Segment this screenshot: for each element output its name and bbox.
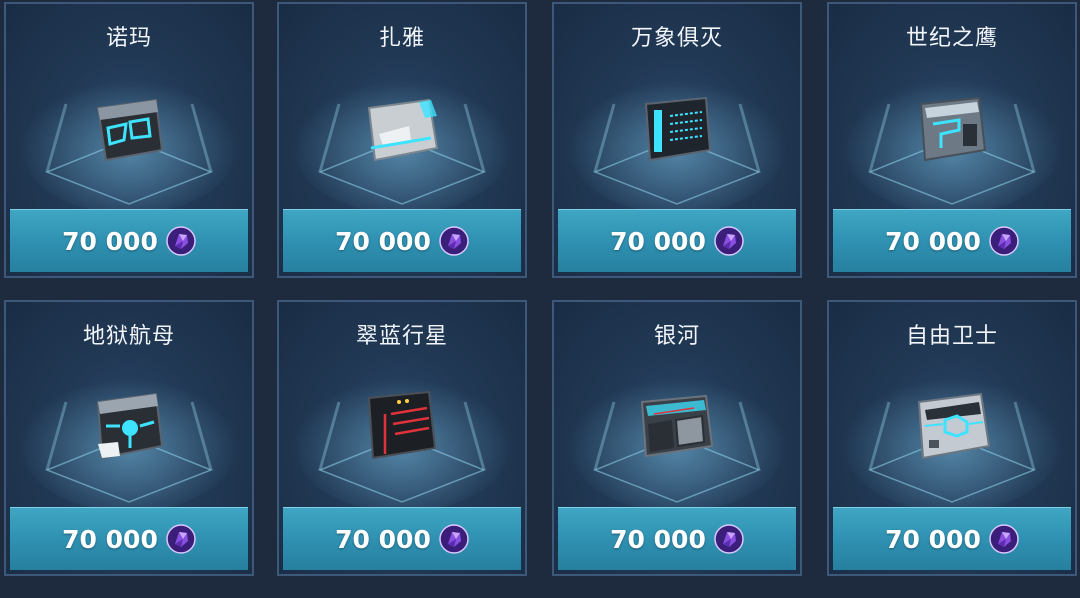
item-preview bbox=[829, 362, 1075, 512]
turret-skin-icon bbox=[292, 372, 512, 512]
price-label: 70 000 bbox=[335, 226, 431, 256]
turret-skin-icon bbox=[567, 372, 787, 512]
item-name: 诺玛 bbox=[105, 26, 152, 51]
buy-button[interactable]: 70 000 bbox=[283, 209, 521, 272]
item-name: 翠蓝行星 bbox=[355, 324, 448, 349]
item-name: 自由卫士 bbox=[905, 324, 998, 349]
shop-item-card[interactable]: 自由卫士 70 000 bbox=[827, 300, 1077, 576]
price-label: 70 000 bbox=[885, 524, 981, 554]
crystal-gem-icon bbox=[166, 524, 196, 554]
shop-item-card[interactable]: 世纪之鹰 70 000 bbox=[827, 2, 1077, 278]
price-label: 70 000 bbox=[610, 524, 706, 554]
crystal-gem-icon bbox=[989, 524, 1019, 554]
buy-button[interactable]: 70 000 bbox=[10, 507, 248, 570]
crystal-gem-icon bbox=[439, 524, 469, 554]
buy-button[interactable]: 70 000 bbox=[283, 507, 521, 570]
buy-button[interactable]: 70 000 bbox=[10, 209, 248, 272]
buy-button[interactable]: 70 000 bbox=[558, 507, 796, 570]
buy-button[interactable]: 70 000 bbox=[833, 507, 1071, 570]
crystal-gem-icon bbox=[989, 226, 1019, 256]
turret-skin-icon bbox=[842, 74, 1062, 214]
shop-item-card[interactable]: 扎雅 70 000 bbox=[277, 2, 527, 278]
crystal-gem-icon bbox=[714, 524, 744, 554]
item-preview bbox=[6, 362, 252, 512]
buy-button[interactable]: 70 000 bbox=[558, 209, 796, 272]
item-name: 银河 bbox=[653, 324, 700, 349]
turret-skin-icon bbox=[292, 74, 512, 214]
price-label: 70 000 bbox=[62, 524, 158, 554]
shop-grid: 诺玛 70 000 扎雅 70 000 万象俱灭 70 000 世纪之鹰 70 … bbox=[0, 0, 1080, 598]
item-name: 万象俱灭 bbox=[630, 26, 723, 51]
price-label: 70 000 bbox=[335, 524, 431, 554]
item-name: 世纪之鹰 bbox=[905, 26, 998, 51]
shop-item-card[interactable]: 万象俱灭 70 000 bbox=[552, 2, 802, 278]
turret-skin-icon bbox=[19, 372, 239, 512]
item-preview bbox=[554, 64, 800, 214]
price-label: 70 000 bbox=[885, 226, 981, 256]
crystal-gem-icon bbox=[439, 226, 469, 256]
crystal-gem-icon bbox=[714, 226, 744, 256]
shop-item-card[interactable]: 地狱航母 70 000 bbox=[4, 300, 254, 576]
item-preview bbox=[829, 64, 1075, 214]
buy-button[interactable]: 70 000 bbox=[833, 209, 1071, 272]
shop-item-card[interactable]: 银河 70 000 bbox=[552, 300, 802, 576]
item-preview bbox=[6, 64, 252, 214]
item-name: 扎雅 bbox=[378, 26, 425, 51]
shop-item-card[interactable]: 翠蓝行星 70 000 bbox=[277, 300, 527, 576]
turret-skin-icon bbox=[842, 372, 1062, 512]
item-name: 地狱航母 bbox=[82, 324, 175, 349]
shop-item-card[interactable]: 诺玛 70 000 bbox=[4, 2, 254, 278]
item-preview bbox=[554, 362, 800, 512]
turret-skin-icon bbox=[19, 74, 239, 214]
price-label: 70 000 bbox=[62, 226, 158, 256]
item-preview bbox=[279, 362, 525, 512]
price-label: 70 000 bbox=[610, 226, 706, 256]
crystal-gem-icon bbox=[166, 226, 196, 256]
turret-skin-icon bbox=[567, 74, 787, 214]
item-preview bbox=[279, 64, 525, 214]
